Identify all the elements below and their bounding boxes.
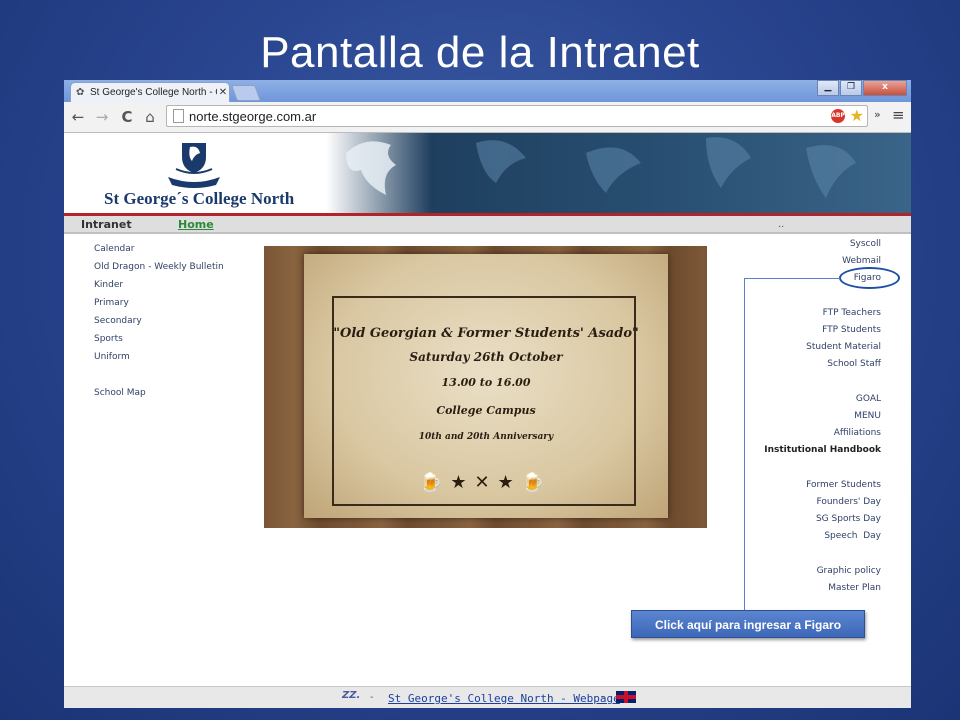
favicon-icon: ✿ bbox=[76, 86, 85, 98]
minimize-button[interactable]: ▁ bbox=[817, 80, 839, 96]
poster-icons: 🍺★✕★🍺 bbox=[304, 472, 668, 493]
right-menu-former-students[interactable]: Former Students bbox=[764, 477, 881, 494]
cutlery-cross-icon: ✕ bbox=[474, 472, 498, 493]
adblock-icon[interactable]: ABP bbox=[831, 109, 845, 123]
right-menu-spacer bbox=[764, 374, 881, 391]
left-menu-secondary[interactable]: Secondary bbox=[94, 312, 224, 330]
nav-intranet-label: Intranet bbox=[81, 218, 132, 231]
site-navbar: Intranet Home .. bbox=[64, 213, 911, 234]
new-tab-button[interactable] bbox=[231, 85, 261, 101]
window-controls: ▁ ❐ x bbox=[817, 80, 907, 96]
poster-paper: "Old Georgian & Former Students' Asado" … bbox=[304, 254, 668, 518]
page-icon bbox=[173, 109, 184, 123]
poster-location: College Campus bbox=[436, 404, 536, 417]
right-menu-spacer bbox=[764, 288, 881, 305]
right-menu-goal[interactable]: GOAL bbox=[764, 391, 881, 408]
nav-home-link[interactable]: Home bbox=[178, 218, 214, 231]
left-menu-weekly-bulletin[interactable]: Old Dragon - Weekly Bulletin bbox=[94, 258, 224, 276]
tab-strip: ✿ St George's College North - C ✕ ▁ ❐ x bbox=[64, 80, 911, 102]
browser-menu-button[interactable]: ≡ bbox=[892, 106, 905, 124]
footer-webpage-link[interactable]: St George's College North - Webpage bbox=[388, 692, 620, 705]
close-window-button[interactable]: x bbox=[863, 80, 907, 96]
event-poster: "Old Georgian & Former Students' Asado" … bbox=[264, 246, 707, 528]
right-menu-affiliations[interactable]: Affiliations bbox=[764, 425, 881, 442]
tab-close-icon[interactable]: ✕ bbox=[217, 87, 229, 98]
back-button[interactable]: ← bbox=[68, 107, 88, 127]
school-name: St George´s College North bbox=[104, 189, 295, 208]
right-menu: Syscoll Webmail Figaro FTP Teachers FTP … bbox=[764, 236, 881, 597]
home-button[interactable]: ⌂ bbox=[140, 107, 160, 127]
footer-separator: - bbox=[370, 692, 374, 703]
star-icon: ★ bbox=[450, 472, 475, 493]
left-menu-primary[interactable]: Primary bbox=[94, 294, 224, 312]
reload-button[interactable]: C bbox=[117, 107, 137, 127]
star-icon: ★ bbox=[497, 472, 522, 493]
left-menu-uniform[interactable]: Uniform bbox=[94, 348, 224, 366]
right-menu-graphic-policy[interactable]: Graphic policy bbox=[764, 563, 881, 580]
site-banner: St George´s College North bbox=[64, 133, 911, 213]
right-menu-school-staff[interactable]: School Staff bbox=[764, 356, 881, 373]
right-menu-student-material[interactable]: Student Material bbox=[764, 339, 881, 356]
right-menu-founders-day[interactable]: Founders' Day bbox=[764, 494, 881, 511]
school-crest-icon bbox=[168, 143, 220, 188]
footer-logo-icon: ZZ. bbox=[342, 690, 361, 701]
browser-toolbar: ← → C ⌂ norte.stgeorge.com.ar ABP ★ » ≡ bbox=[64, 102, 911, 133]
url-text: norte.stgeorge.com.ar bbox=[189, 109, 317, 124]
site-footer: ZZ. - St George's College North - Webpag… bbox=[64, 686, 911, 708]
poster-anniversary: 10th and 20th Anniversary bbox=[418, 432, 554, 442]
right-menu-speech-day[interactable]: Speech Day bbox=[764, 528, 881, 545]
right-menu-spacer bbox=[764, 460, 881, 477]
beer-mug-icon: 🍺 bbox=[419, 472, 451, 493]
beer-mug-icon: 🍺 bbox=[521, 472, 553, 493]
right-menu-ftp-teachers[interactable]: FTP Teachers bbox=[764, 305, 881, 322]
dragon-pattern-icon bbox=[346, 137, 856, 198]
banner-dragon-artwork bbox=[326, 133, 911, 213]
callout-connector-vertical bbox=[744, 278, 745, 611]
right-menu-menu[interactable]: MENU bbox=[764, 408, 881, 425]
callout-connector-horizontal bbox=[744, 278, 840, 279]
poster-date: Saturday 26th October bbox=[409, 350, 563, 364]
left-menu-school-map[interactable]: School Map bbox=[94, 384, 224, 402]
tab-title: St George's College North - C bbox=[90, 87, 217, 98]
browser-window: ✿ St George's College North - C ✕ ▁ ❐ x … bbox=[64, 80, 911, 708]
right-menu-ftp-students[interactable]: FTP Students bbox=[764, 322, 881, 339]
maximize-button[interactable]: ❐ bbox=[840, 80, 862, 96]
uk-flag-icon[interactable] bbox=[616, 691, 636, 703]
nav-ellipsis: .. bbox=[778, 219, 785, 230]
figaro-highlight-oval bbox=[839, 267, 900, 289]
right-menu-institutional-handbook[interactable]: Institutional Handbook bbox=[764, 442, 881, 459]
poster-time: 13.00 to 16.00 bbox=[441, 376, 531, 389]
left-menu-kinder[interactable]: Kinder bbox=[94, 276, 224, 294]
right-menu-spacer bbox=[764, 546, 881, 563]
browser-tab[interactable]: ✿ St George's College North - C ✕ bbox=[70, 82, 230, 102]
right-menu-sg-sports-day[interactable]: SG Sports Day bbox=[764, 511, 881, 528]
left-menu-spacer bbox=[94, 366, 224, 384]
address-bar[interactable]: norte.stgeorge.com.ar ABP ★ bbox=[166, 105, 868, 127]
footer-separator: - bbox=[601, 692, 605, 703]
figaro-callout: Click aquí para ingresar a Figaro bbox=[631, 610, 865, 638]
poster-event-title: "Old Georgian & Former Students' Asado" bbox=[333, 326, 639, 341]
left-menu: Calendar Old Dragon - Weekly Bulletin Ki… bbox=[94, 240, 224, 402]
right-menu-syscoll[interactable]: Syscoll bbox=[764, 236, 881, 253]
right-menu-master-plan[interactable]: Master Plan bbox=[764, 580, 881, 597]
extensions-overflow-button[interactable]: » bbox=[874, 108, 881, 121]
forward-button[interactable]: → bbox=[92, 107, 112, 127]
left-menu-calendar[interactable]: Calendar bbox=[94, 240, 224, 258]
bookmark-star-icon[interactable]: ★ bbox=[850, 106, 864, 125]
left-menu-sports[interactable]: Sports bbox=[94, 330, 224, 348]
slide-title: Pantalla de la Intranet bbox=[260, 28, 700, 77]
